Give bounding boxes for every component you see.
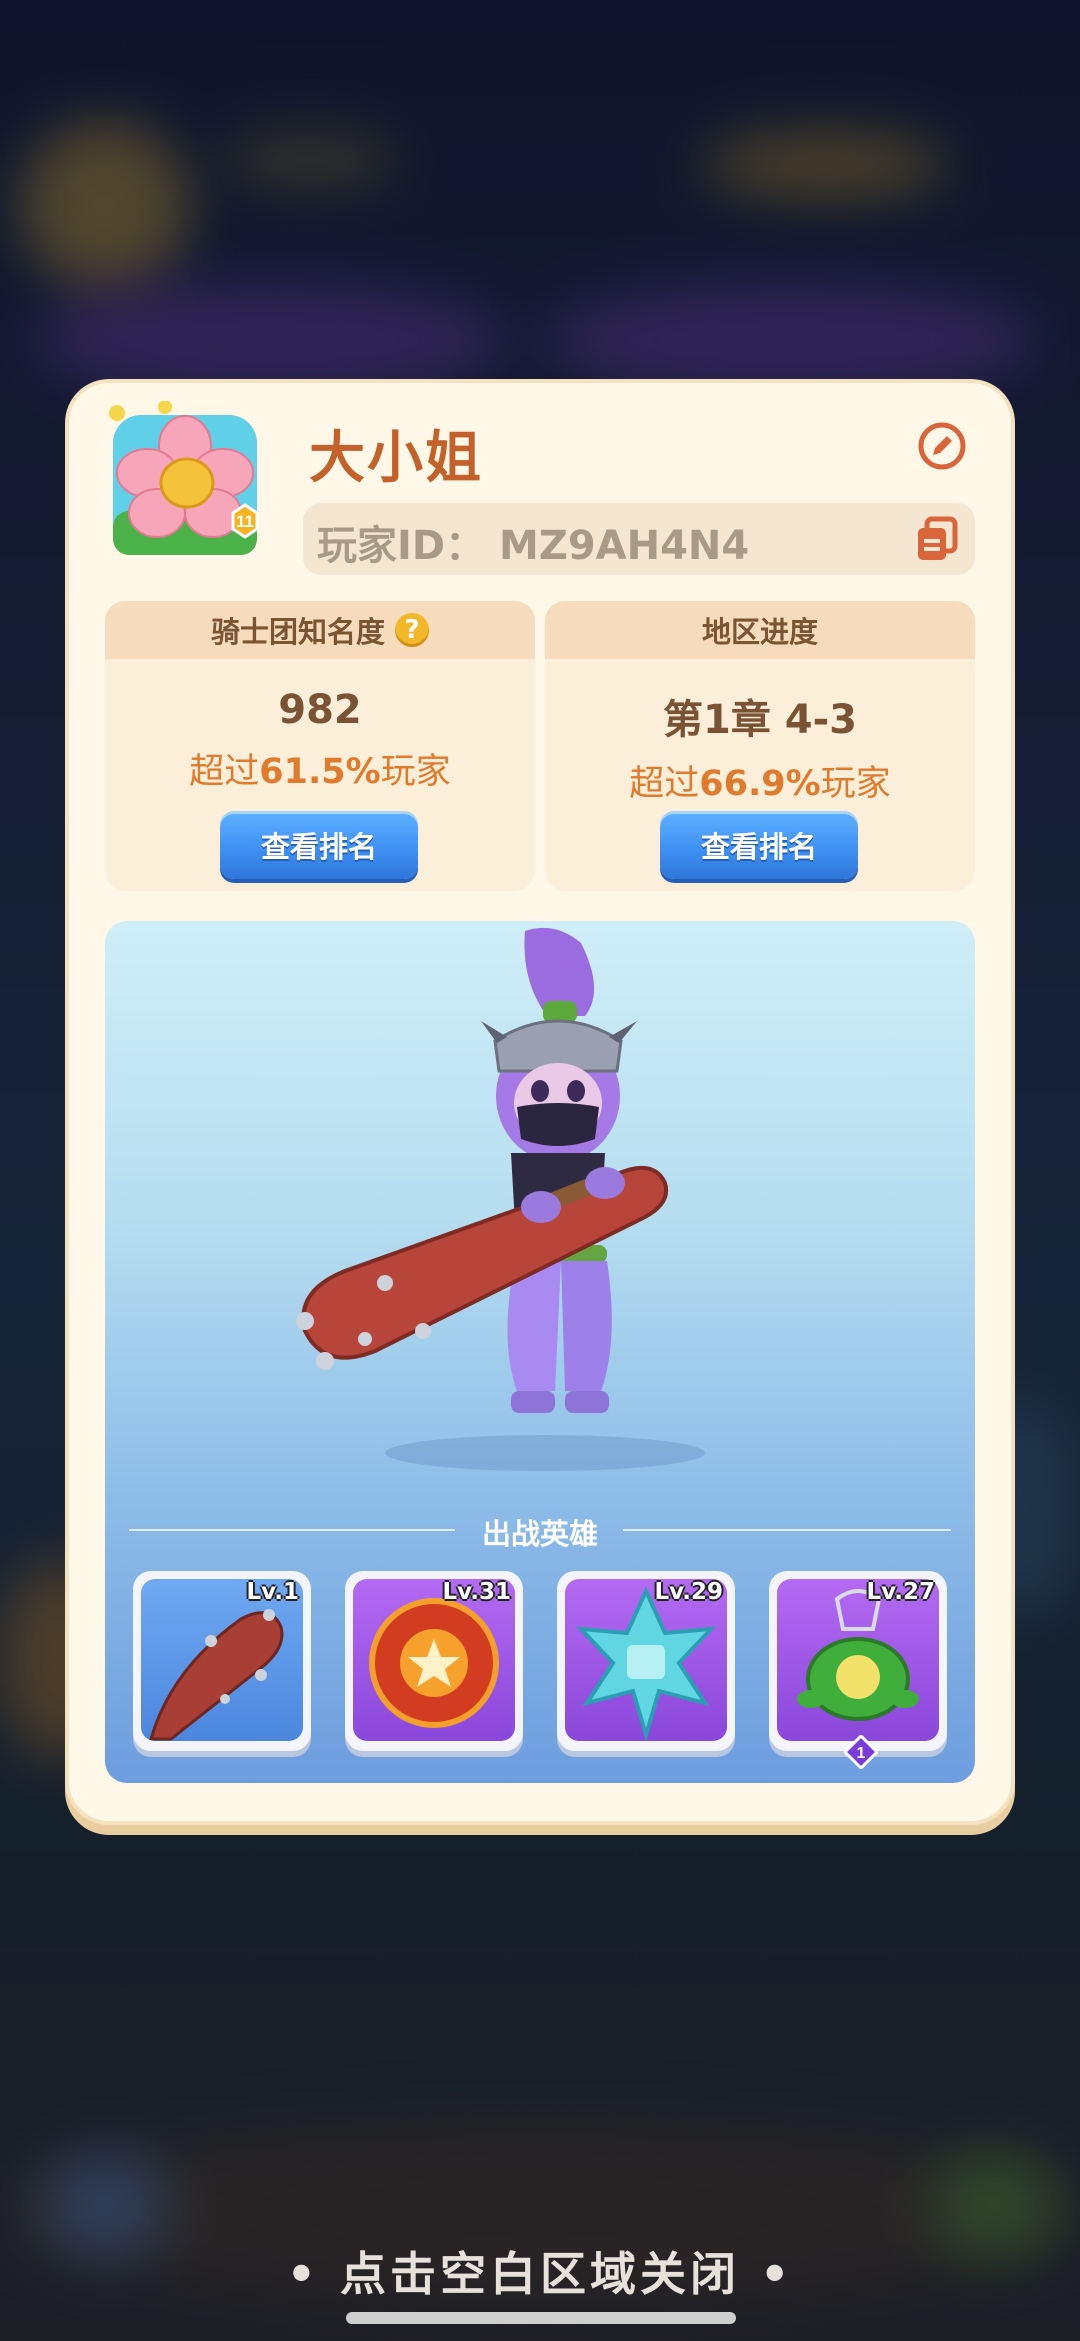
deployed-heroes-title: 出战英雄 [481, 1517, 598, 1551]
region-progress-percentile: 超过66.9%玩家 [629, 764, 891, 804]
region-progress-header: 地区进度 [545, 601, 975, 659]
reputation-panel: 骑士团知名度 ? 982 超过61.5%玩家 查看排名 [105, 601, 535, 891]
reputation-title: 骑士团知名度 [210, 615, 385, 649]
star-rank-badge: 1 [844, 1735, 878, 1769]
edit-name-icon[interactable] [917, 421, 967, 471]
player-id: 玩家ID： MZ9AH4N4 [317, 523, 750, 569]
hero-slot-2[interactable]: Lv.31 [345, 1571, 523, 1751]
region-progress-value: 第1章 4-3 [662, 697, 858, 743]
reputation-value: 982 [278, 687, 362, 733]
tap-to-close-hint[interactable]: • 点击空白区域关闭 • [0, 2238, 1080, 2304]
hero-character-model [296, 927, 705, 1471]
hero-level-2: Lv.31 [442, 1579, 511, 1605]
region-progress-panel: 地区进度 第1章 4-3 超过66.9%玩家 查看排名 [545, 601, 975, 891]
region-progress-title: 地区进度 [701, 615, 818, 649]
copy-id-icon[interactable] [913, 515, 961, 563]
view-ranking-button[interactable]: 查看排名 [220, 811, 418, 879]
reputation-header: 骑士团知名度 ? [105, 601, 535, 659]
player-profile-card: 11 大小姐 玩家ID： MZ9AH4N4 骑士团知名度 ? 982 超过61.… [69, 383, 1011, 1821]
reputation-percentile: 超过61.5%玩家 [189, 752, 451, 792]
hero-level-3: Lv.29 [654, 1579, 723, 1605]
star-rank-value: 1 [857, 1745, 866, 1762]
avatar[interactable]: 11 [105, 401, 265, 561]
hero-slot-3[interactable]: Lv.29 [557, 1571, 735, 1751]
section-divider-right [623, 1529, 951, 1531]
hero-showcase-panel: 出战英雄 Lv.1 Lv.31 Lv.29 Lv.27 1 [105, 921, 975, 1783]
help-icon[interactable]: ? [395, 613, 429, 647]
hero-level-1: Lv.1 [246, 1579, 299, 1605]
hero-slot-4[interactable]: Lv.27 1 [769, 1571, 947, 1769]
hero-slot-1[interactable]: Lv.1 [133, 1571, 311, 1751]
player-id-bar: 玩家ID： MZ9AH4N4 [303, 503, 975, 575]
hero-level-4: Lv.27 [866, 1579, 935, 1605]
player-name: 大小姐 [309, 426, 483, 491]
avatar-level-badge: 11 [236, 512, 254, 531]
view-ranking-button[interactable]: 查看排名 [660, 811, 858, 879]
home-indicator[interactable] [346, 2312, 736, 2324]
